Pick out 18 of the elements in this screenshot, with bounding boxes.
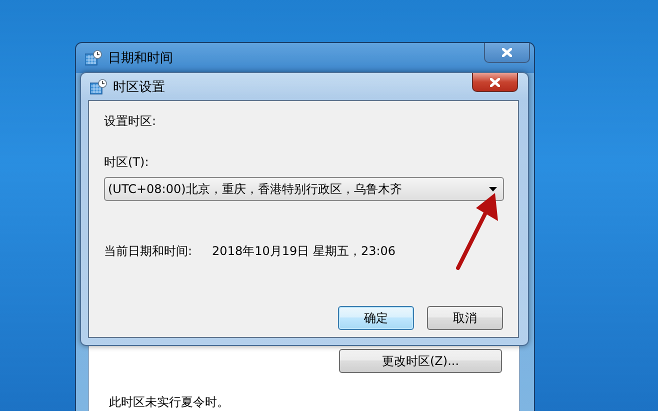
timezone-label: 时区(T): [104, 154, 150, 171]
close-icon [490, 78, 500, 86]
close-button[interactable] [472, 73, 518, 92]
cancel-button[interactable]: 取消 [427, 306, 503, 330]
ok-button[interactable]: 确定 [338, 306, 414, 330]
window-title: 日期和时间 [108, 50, 173, 67]
dropdown-arrow-icon [489, 186, 497, 192]
close-button[interactable] [484, 43, 530, 63]
calendar-clock-icon [90, 78, 107, 94]
change-timezone-button[interactable]: 更改时区(Z)... [339, 349, 502, 373]
dst-note: 此时区未实行夏令时。 [108, 394, 230, 409]
dialog-title: 时区设置 [113, 78, 165, 96]
timezone-dropdown[interactable]: (UTC+08:00)北京，重庆，香港特别行政区，乌鲁木齐 [104, 177, 504, 201]
section-heading: 设置时区: [104, 113, 158, 130]
current-time-label: 当前日期和时间: [104, 243, 192, 260]
close-icon [502, 48, 512, 57]
calendar-clock-icon [85, 50, 102, 66]
current-time-value: 2018年10月19日 星期五，23:06 [212, 243, 396, 260]
